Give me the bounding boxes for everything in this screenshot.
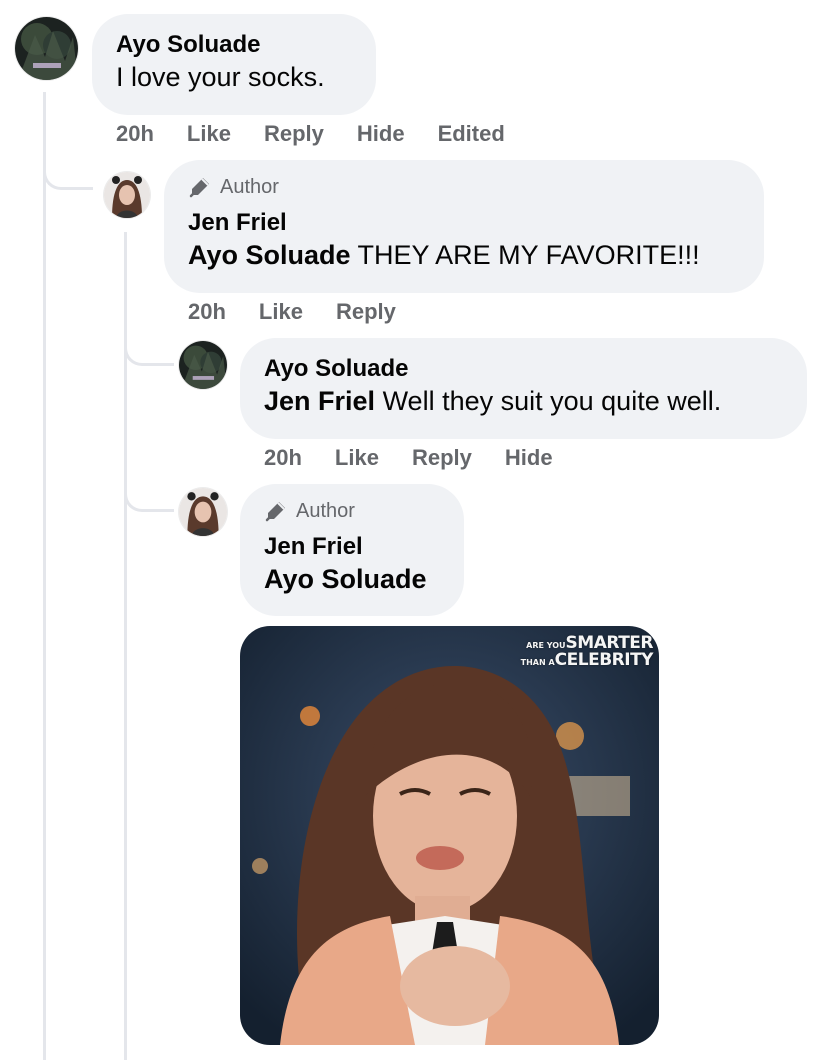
author-badge-label: Author	[220, 176, 279, 198]
like-button[interactable]: Like	[259, 298, 303, 326]
thread-connector-3	[124, 482, 174, 512]
comment-bubble-2: Author Jen Friel Ayo Soluade THEY ARE MY…	[164, 160, 764, 293]
like-button[interactable]: Like	[335, 444, 379, 472]
comment-author[interactable]: Ayo Soluade	[264, 354, 783, 384]
comment-author[interactable]: Jen Friel	[188, 208, 740, 238]
hide-button[interactable]: Hide	[505, 444, 553, 472]
comment-text: Ayo Soluade THEY ARE MY FAVORITE!!!	[188, 238, 740, 272]
comment-text: Jen Friel Well they suit you quite well.	[264, 384, 783, 418]
avatar-jen[interactable]	[179, 488, 227, 536]
comment-bubble-1: Ayo Soluade I love your socks.	[92, 14, 376, 115]
mention-link[interactable]: Ayo Soluade	[188, 240, 351, 270]
reply-button[interactable]: Reply	[412, 444, 472, 472]
edited-label[interactable]: Edited	[438, 120, 505, 148]
reply-button[interactable]: Reply	[336, 298, 396, 326]
thread-connector-2	[124, 336, 174, 366]
gif-watermark: ARE YOUSMARTER THAN ACELEBRITY	[520, 635, 654, 670]
avatar-ayo[interactable]	[15, 17, 78, 80]
comment-bubble-3: Ayo Soluade Jen Friel Well they suit you…	[240, 338, 807, 439]
mention-link[interactable]: Ayo Soluade	[264, 562, 440, 596]
comment-author[interactable]: Jen Friel	[264, 532, 440, 562]
comment-author[interactable]: Ayo Soluade	[116, 30, 352, 60]
mention-link[interactable]: Jen Friel	[264, 386, 375, 416]
watermark-small: ARE YOU	[526, 641, 566, 650]
watermark-line2: CELEBRITY	[554, 650, 654, 670]
timestamp[interactable]: 20h	[116, 120, 154, 148]
avatar-ayo[interactable]	[179, 341, 227, 389]
thread-connector-1	[43, 160, 93, 190]
hide-button[interactable]: Hide	[357, 120, 405, 148]
author-badge: Author	[264, 498, 440, 524]
reply-button[interactable]: Reply	[264, 120, 324, 148]
pencil-microphone-icon	[189, 178, 209, 198]
gif-image[interactable]: ARE YOUSMARTER THAN ACELEBRITY	[240, 626, 659, 1045]
thread-line-main	[43, 92, 46, 1060]
comment-body: THEY ARE MY FAVORITE!!!	[357, 240, 700, 270]
comment-bubble-4: Author Jen Friel Ayo Soluade	[240, 484, 464, 616]
avatar-jen[interactable]	[104, 172, 150, 218]
timestamp[interactable]: 20h	[188, 298, 226, 326]
pencil-microphone-icon	[265, 502, 285, 522]
author-badge: Author	[188, 174, 740, 200]
comment-body: Well they suit you quite well.	[382, 386, 722, 416]
watermark-small-2: THAN A	[520, 658, 555, 667]
author-badge-label: Author	[296, 500, 355, 522]
like-button[interactable]: Like	[187, 120, 231, 148]
comment-actions-1: 20h Like Reply Hide Edited	[116, 120, 505, 148]
comment-actions-2: 20h Like Reply	[188, 298, 396, 326]
timestamp[interactable]: 20h	[264, 444, 302, 472]
comment-actions-3: 20h Like Reply Hide	[264, 444, 553, 472]
comment-text: I love your socks.	[116, 62, 325, 92]
